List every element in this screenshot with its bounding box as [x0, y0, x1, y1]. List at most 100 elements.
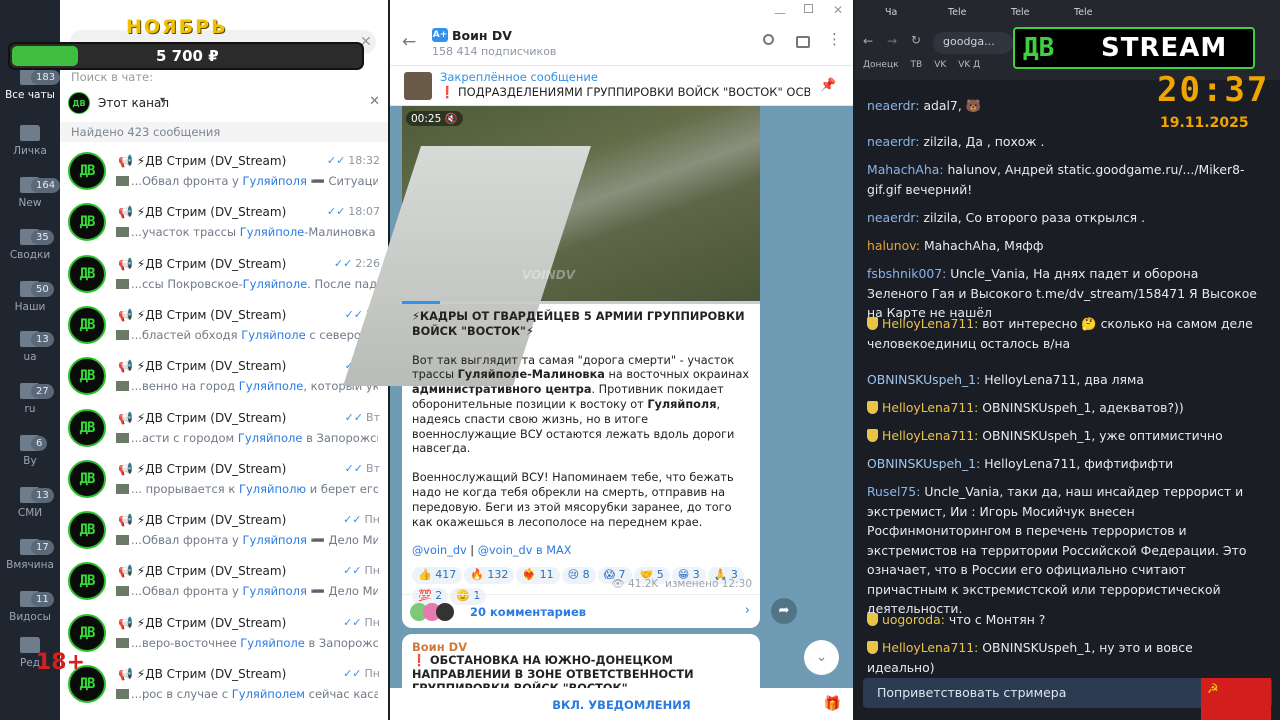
folder-1[interactable]: Личка [0, 125, 60, 157]
folder-badge: 183 [31, 70, 61, 85]
chat-username[interactable]: HelloyLena711 [882, 640, 974, 655]
reaction-chip[interactable]: 😢 8 [561, 567, 596, 584]
row-title-text: ДВ Стрим (DV_Stream) [145, 256, 287, 271]
sidebar-toggle-icon[interactable] [796, 36, 810, 48]
chat-username[interactable]: Rusel75 [867, 484, 916, 499]
reload-icon[interactable]: ↻ [911, 33, 921, 47]
folder-badge: 11 [31, 592, 54, 607]
chat-text: Uncle_Vania, таки да, наш инсайдер терро… [867, 484, 1247, 616]
preview-thumbnail [116, 432, 129, 443]
chat-username[interactable]: HelloyLena711 [882, 316, 974, 331]
result-row[interactable]: ДВ📢 ⚡ДВ Стрим (DV_Stream)✓✓Вт...венно на… [60, 351, 388, 402]
preview-highlight: Гуляйполем [231, 687, 305, 701]
row-time-text: Вт [366, 461, 380, 475]
more-options-icon[interactable]: ⋮ [827, 32, 842, 47]
bookmark-item[interactable]: Донецк [863, 60, 899, 70]
row-time-text: Пн [364, 667, 380, 680]
result-row[interactable]: ДВ 📢 ⚡ДВ Стрим (DV_Stream) ✓✓ 18:32 ...Обвал… [60, 146, 388, 197]
preview-thumbnail [116, 227, 129, 238]
channel-name[interactable]: Воин DV [452, 28, 512, 43]
bookmark-item[interactable]: VK Д [958, 60, 980, 70]
bookmark-item[interactable]: ТВ [911, 60, 923, 70]
folder-7[interactable]: By [0, 435, 60, 467]
scope-selector[interactable]: ДВ Этот канал ▾ ✕ [68, 92, 380, 116]
folder-label: By [23, 455, 37, 467]
result-row[interactable]: ДВ 📢 ⚡ДВ Стрим (DV_Stream) ✓✓ 18:07 ...участ… [60, 197, 388, 248]
folder-label: Все чаты [5, 89, 55, 101]
read-check-icon: ✓✓ [343, 667, 362, 680]
result-row[interactable]: ДВ 📢 ⚡ДВ Стрим (DV_Stream) ✓✓ Пн ...веро-вос… [60, 608, 388, 659]
preview-pre: ...Обвал фронта у [131, 584, 243, 599]
browser-tab[interactable]: Ча [885, 7, 897, 18]
next-post: Воин DV ❗ ОБСТАНОВКА НА ЮЖНО-ДОНЕЦКОМ НА… [402, 634, 760, 695]
video-player[interactable]: 00:25 🔇 VOINDV [343, 106, 760, 386]
unmute-button[interactable]: ВКЛ. УВЕДОМЛЕНИЯ [552, 698, 691, 712]
shield-icon [867, 429, 878, 442]
chat-username[interactable]: uogoroda [882, 612, 941, 627]
result-row[interactable]: ДВ📢 ⚡ДВ Стрим (DV_Stream)✓✓Вт...бластей … [60, 300, 388, 351]
gift-icon[interactable]: 🎁 [824, 696, 841, 712]
close-scope-icon[interactable]: ✕ [369, 94, 380, 109]
row-time-text: Пн [364, 564, 380, 578]
back-icon[interactable]: ← [863, 34, 873, 48]
folder-badge: 164 [31, 178, 61, 193]
chat-username[interactable]: OBNINSKUspeh_1 [867, 456, 976, 471]
row-time-text: Пн [364, 513, 380, 527]
row-time: ✓✓ Пн [343, 667, 380, 680]
reaction-chip[interactable]: 👍 417 [412, 567, 463, 584]
result-row[interactable]: ДВ 📢 ⚡ДВ Стрим (DV_Stream) ✓✓ Вт ...асти с г… [60, 403, 388, 454]
max-link[interactable]: @voin_dv в MAX [478, 544, 572, 557]
back-arrow-icon[interactable]: ← [402, 32, 416, 52]
row-title-text: ДВ Стрим (DV_Stream) [145, 205, 287, 220]
browser-tab[interactable]: Tele [1011, 7, 1030, 18]
found-count-text: Найдено 423 сообщения [71, 125, 221, 139]
goal-amount: 5 700 ₽ [156, 47, 219, 65]
forward-icon[interactable]: → [887, 34, 897, 48]
row-time-text: 18:32 [348, 154, 380, 167]
muted-icon: 🔇 [444, 113, 458, 125]
comments-button[interactable]: 20 комментариев › [402, 594, 760, 628]
chat-username[interactable]: HelloyLena711 [882, 428, 974, 443]
browser-tab[interactable]: Tele [1074, 7, 1093, 18]
reaction-chip[interactable]: ❤️‍🔥 11 [516, 567, 560, 584]
chat-username[interactable]: halunov [867, 238, 916, 253]
result-row[interactable]: ДВ 📢 ⚡ДВ Стрим (DV_Stream) ✓✓ Пн ...рос в сл… [60, 659, 388, 710]
channel-avatar: ДВ [68, 203, 106, 242]
pinned-message-bar[interactable]: Закреплённое сообщение ❗ ПОДРАЗДЕЛЕНИЯМИ… [390, 66, 853, 106]
preview-pre: ...бластей обходя [131, 327, 242, 342]
share-icon[interactable]: ➦ [771, 598, 797, 624]
row-title: 📢 ⚡ДВ Стрим (DV_Stream) [118, 411, 286, 425]
chat-username[interactable]: fsbshnik007 [867, 266, 942, 281]
chat-username[interactable]: MahachAha [867, 162, 939, 177]
video-progress[interactable] [402, 301, 760, 304]
reaction-chip[interactable]: 🔥 132 [464, 567, 515, 584]
result-row[interactable]: ДВ 📢 ⚡ДВ Стрим (DV_Stream) ✓✓ Пн ...Обвал фр… [60, 556, 388, 607]
address-bar[interactable]: goodga... [933, 32, 1013, 54]
chat-username[interactable]: OBNINSKUspeh_1 [867, 372, 976, 387]
chat-username[interactable]: neaerdr [867, 134, 915, 149]
scroll-down-button[interactable]: ⌄ [804, 640, 839, 675]
window-max-icon[interactable] [804, 4, 813, 13]
search-icon[interactable] [763, 34, 774, 45]
channel-link[interactable]: @voin_dv [412, 544, 467, 557]
chat-username[interactable]: neaerdr [867, 98, 915, 113]
chat-username[interactable]: neaerdr [867, 210, 915, 225]
browser-tabs: Ча Tele Tele Tele [855, 0, 1280, 28]
chat-username[interactable]: HelloyLena711 [882, 400, 974, 415]
result-row[interactable]: ДВ 📢 ⚡ДВ Стрим (DV_Stream) ✓✓ Вт ... прорыва… [60, 454, 388, 505]
pin-list-icon[interactable]: 📌 [820, 78, 836, 93]
window-min-icon[interactable]: — [774, 6, 786, 20]
result-row[interactable]: ДВ 📢 ⚡ДВ Стрим (DV_Stream) ✓✓ Пн ...Обвал фр… [60, 505, 388, 556]
chat-message: HelloyLena711: OBNINSKUspeh_1, ну это и … [867, 638, 1262, 677]
window-close-icon[interactable]: ✕ [833, 3, 843, 17]
read-check-icon: ✓✓ [333, 256, 353, 270]
row-title-text: ДВ Стрим (DV_Stream) [145, 410, 287, 425]
url-text: goodga... [943, 35, 995, 48]
megaphone-icon: 📢 ⚡ [118, 359, 146, 374]
chat-message: HelloyLena711: OBNINSKUspeh_1, уже оптим… [867, 426, 1262, 446]
browser-tab[interactable]: Tele [948, 7, 967, 18]
channel-header: ← A+ Воин DV 158 414 подписчиков ⋮ — ✕ [390, 0, 853, 66]
result-row[interactable]: ДВ 📢 ⚡ДВ Стрим (DV_Stream) ✓✓ 2:26 ...ссы По… [60, 249, 388, 300]
bookmark-item[interactable]: VK [934, 60, 946, 70]
row-title-text: ДВ Стрим (DV_Stream) [145, 461, 287, 476]
